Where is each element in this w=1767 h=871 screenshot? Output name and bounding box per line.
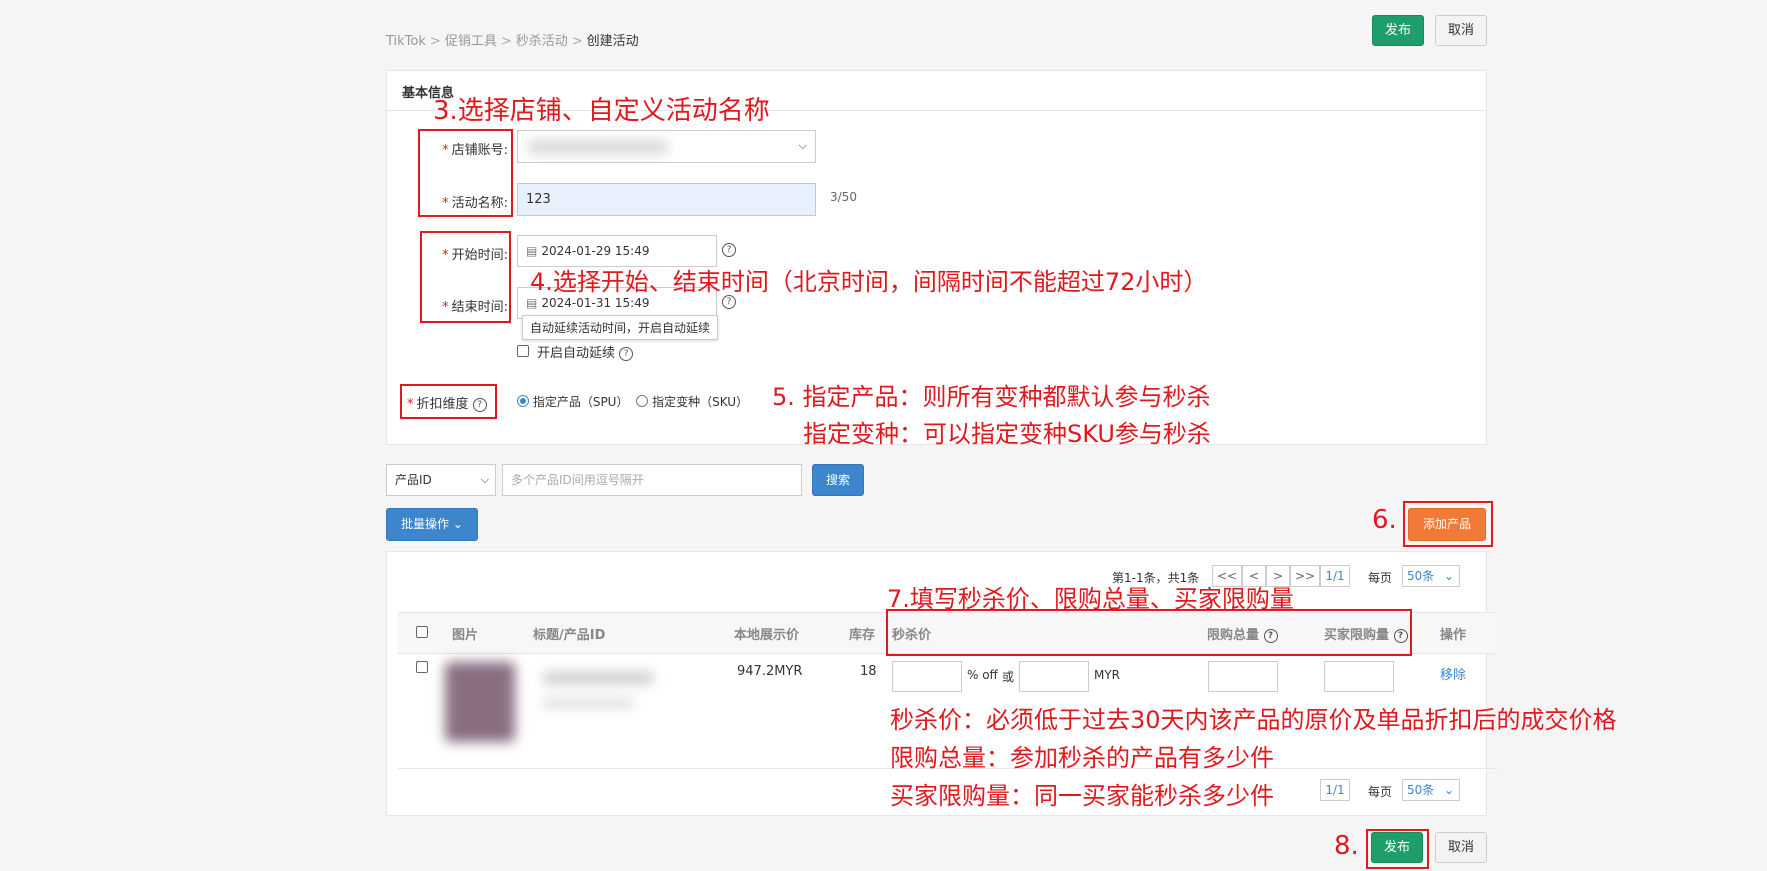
breadcrumb: TikTok > 促销工具 > 秒杀活动 > 创建活动 [386, 30, 639, 49]
row-local-price: 947.2MYR [737, 664, 803, 679]
flash-price-input[interactable] [1019, 661, 1089, 692]
cancel-button-top[interactable]: 取消 [1435, 15, 1487, 46]
remove-link[interactable]: 移除 [1440, 664, 1466, 683]
chevron-down-icon: ⌵ [480, 473, 489, 486]
chevron-down-icon: ⌄ [1443, 569, 1454, 583]
pct-off-label: % off [967, 668, 998, 682]
breadcrumb-flash-sale[interactable]: 秒杀活动 [516, 34, 568, 49]
col-title: 标题/产品ID [533, 628, 606, 643]
annotation-step7: 7.填写秒杀价、限购总量、买家限购量 [887, 585, 1294, 613]
product-id-search-input[interactable]: 多个产品ID间用逗号隔开 [502, 464, 802, 496]
radio-spu-label: 指定产品（SPU） [532, 395, 629, 409]
pager-last[interactable]: >> [1290, 565, 1320, 587]
discount-radio-group: 指定产品（SPU） 指定变种（SKU） [517, 393, 748, 410]
pager-page-bottom: 1/1 [1320, 779, 1350, 801]
radio-sku[interactable] [636, 395, 649, 407]
product-image [445, 662, 515, 742]
select-all-checkbox[interactable] [416, 626, 428, 638]
name-char-count: 3/50 [830, 190, 857, 204]
discount-percent-input[interactable] [892, 661, 962, 692]
annotation-box-publish [1366, 829, 1429, 869]
col-local-price: 本地展示价 [734, 628, 800, 643]
annotation-box-discount [400, 384, 497, 419]
annotation-step5-line2: 指定变种：可以指定变种SKU参与秒杀 [803, 420, 1211, 448]
buyer-limit-input[interactable] [1324, 661, 1394, 692]
product-id-blurred [543, 698, 633, 708]
annotation-buyer-limit-note: 买家限购量：同一买家能秒杀多少件 [890, 782, 1274, 810]
activity-name-input[interactable]: 123 [517, 183, 816, 216]
breadcrumb-separator: > [571, 34, 583, 49]
per-page-select[interactable]: 50条 ⌄ [1402, 565, 1460, 587]
calendar-icon: ▤ [526, 244, 538, 258]
currency-label: MYR [1094, 668, 1121, 682]
cancel-button-bottom[interactable]: 取消 [1435, 832, 1487, 863]
col-action: 操作 [1440, 628, 1467, 643]
product-title-blurred [543, 672, 653, 684]
annotation-box-store-name [418, 129, 513, 217]
annotation-total-limit-note: 限购总量：参加秒杀的产品有多少件 [890, 744, 1274, 772]
row-checkbox[interactable] [416, 661, 428, 673]
chevron-down-icon: ⌄ [1443, 783, 1454, 797]
batch-actions-button[interactable]: 批量操作 ⌄ [386, 508, 478, 541]
breadcrumb-current: 创建活动 [586, 34, 639, 49]
help-icon[interactable]: ? [722, 295, 736, 309]
store-name-blurred [528, 140, 668, 154]
annotation-box-time [420, 231, 511, 323]
annotation-step5-line1: 5. 指定产品：则所有变种都默认参与秒杀 [772, 383, 1211, 411]
annotation-flash-price-note: 秒杀价：必须低于过去30天内该产品的原价及单品折扣后的成交价格 [890, 706, 1617, 734]
per-page-label: 每页 [1368, 571, 1393, 585]
publish-button-top[interactable]: 发布 [1372, 15, 1424, 46]
col-stock: 库存 [849, 628, 876, 643]
radio-spu[interactable] [517, 395, 529, 407]
annotation-step8: 8. [1334, 831, 1359, 861]
chevron-down-icon: ⌵ [798, 139, 807, 152]
per-page-label-bottom: 每页 [1368, 785, 1393, 799]
calendar-icon: ▤ [526, 296, 538, 310]
search-field-select[interactable]: 产品ID ⌵ [386, 464, 496, 496]
chevron-down-icon: ⌄ [452, 517, 463, 531]
col-image: 图片 [452, 628, 479, 643]
per-page-select-bottom[interactable]: 50条 ⌄ [1402, 779, 1460, 801]
annotation-step3: 3.选择店铺、自定义活动名称 [433, 96, 770, 126]
radio-sku-label: 指定变种（SKU） [652, 395, 749, 409]
row-stock: 18 [860, 664, 877, 679]
annotation-step6: 6. [1372, 505, 1397, 535]
annotation-step4: 4.选择开始、结束时间（北京时间，间隔时间不能超过72小时） [530, 268, 1208, 296]
help-icon[interactable]: ? [722, 243, 736, 257]
breadcrumb-tiktok[interactable]: TikTok [386, 34, 426, 49]
annotation-box-price-columns [886, 609, 1412, 656]
total-limit-input[interactable] [1208, 661, 1278, 692]
auto-extend-checkbox[interactable] [517, 345, 529, 357]
breadcrumb-separator: > [429, 34, 441, 49]
auto-extend-label: 开启自动延续 ? [537, 342, 634, 361]
breadcrumb-promo-tools[interactable]: 促销工具 [445, 34, 497, 49]
search-button[interactable]: 搜索 [812, 464, 864, 496]
auto-extend-tooltip: 自动延续活动时间，开启自动延续 [522, 315, 719, 340]
pager-page: 1/1 [1320, 565, 1350, 587]
breadcrumb-separator: > [500, 34, 512, 49]
store-select[interactable]: ⌵ [517, 130, 816, 163]
or-label: 或 [1002, 670, 1015, 684]
annotation-box-add-product [1403, 501, 1493, 547]
help-icon[interactable]: ? [619, 346, 634, 361]
